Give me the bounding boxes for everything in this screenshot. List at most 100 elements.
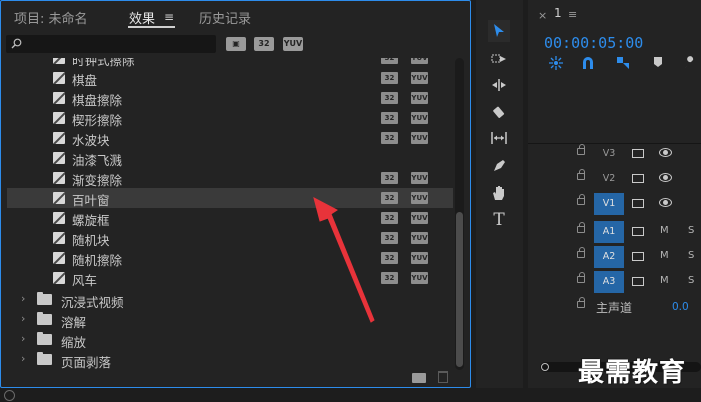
status-bar xyxy=(0,388,701,402)
pen-tool-icon[interactable] xyxy=(488,155,510,177)
master-track-label: 主声道 xyxy=(596,301,633,315)
effect-folder[interactable]: › 溶解 xyxy=(7,310,453,330)
sync-lock-icon[interactable] xyxy=(632,199,644,208)
lock-icon[interactable] xyxy=(577,194,585,205)
sync-lock-icon[interactable] xyxy=(632,149,644,158)
effect-item[interactable]: 时钟式擦除 32 YUV xyxy=(7,58,453,68)
effect-item[interactable]: 棋盘 32 YUV xyxy=(7,68,453,88)
effect-folder[interactable]: › 沉浸式视频 xyxy=(7,290,453,310)
type-tool-icon[interactable]: T xyxy=(488,209,510,231)
effect-item[interactable]: 随机块 32 YUV xyxy=(7,228,453,248)
tab-history[interactable]: 历史记录 xyxy=(199,8,251,27)
32bit-filter-button[interactable]: 32 xyxy=(254,37,274,51)
tab-effects[interactable]: 效果 xyxy=(129,8,155,27)
lock-icon[interactable] xyxy=(577,169,585,180)
solo-button[interactable]: S xyxy=(688,275,694,286)
track-target-toggle[interactable]: A1 xyxy=(594,221,624,243)
zoom-scroll-handle[interactable] xyxy=(541,363,549,371)
effect-label: 渐变擦除 xyxy=(72,173,123,188)
mute-button[interactable]: M xyxy=(660,250,669,261)
track-target-toggle[interactable]: V2 xyxy=(594,168,624,190)
add-marker-icon[interactable] xyxy=(650,56,666,72)
hand-tool-icon[interactable] xyxy=(488,182,510,204)
effect-item[interactable]: 百叶窗 32 YUV xyxy=(7,188,453,208)
mute-button[interactable]: M xyxy=(660,225,669,236)
tab-project[interactable]: 项目: 未命名 xyxy=(14,8,88,27)
scrollbar-thumb[interactable] xyxy=(456,212,463,367)
effect-item[interactable]: 随机擦除 32 YUV xyxy=(7,248,453,268)
chevron-right-icon[interactable]: › xyxy=(21,292,25,305)
yuv-badge-icon: YUV xyxy=(411,58,428,64)
effect-item[interactable]: 水波块 32 YUV xyxy=(7,128,453,148)
32bit-badge-icon: 32 xyxy=(381,272,398,284)
folder-label: 页面剥落 xyxy=(61,355,112,370)
search-input[interactable] xyxy=(25,36,211,52)
yuv-badge-icon: YUV xyxy=(411,272,428,284)
effect-label: 随机擦除 xyxy=(72,253,123,268)
snap-icon[interactable] xyxy=(580,56,596,72)
ripple-edit-tool-icon[interactable] xyxy=(488,74,510,96)
solo-button[interactable]: S xyxy=(688,225,694,236)
panel-menu-icon[interactable]: ≡ xyxy=(164,10,174,24)
accelerated-effects-filter-icon[interactable]: ▣ xyxy=(226,37,246,51)
eye-icon[interactable] xyxy=(659,148,672,157)
effect-folder[interactable]: › 页面剥落 xyxy=(7,350,453,370)
sync-lock-icon[interactable] xyxy=(632,227,644,236)
sync-lock-icon[interactable] xyxy=(632,174,644,183)
track-target-toggle[interactable]: V3 xyxy=(594,143,624,165)
track-header-v3: V3 xyxy=(528,142,701,167)
effect-item[interactable]: 油漆飞溅 xyxy=(7,148,453,168)
effect-label: 随机块 xyxy=(72,233,110,248)
32bit-badge-icon: 32 xyxy=(381,212,398,224)
effect-folder[interactable]: › 缩放 xyxy=(7,330,453,350)
linked-selection-icon[interactable] xyxy=(615,56,631,72)
mute-button[interactable]: M xyxy=(660,275,669,286)
solo-button[interactable]: S xyxy=(688,250,694,261)
lock-icon[interactable] xyxy=(577,297,585,308)
chevron-right-icon[interactable]: › xyxy=(21,332,25,345)
search-box[interactable] xyxy=(6,35,216,53)
effect-item[interactable]: 风车 32 YUV xyxy=(7,268,453,288)
eye-icon[interactable] xyxy=(659,173,672,182)
track-select-tool-icon[interactable] xyxy=(488,48,510,70)
transition-effect-icon xyxy=(53,172,65,184)
watermark-text: 最需教育 xyxy=(578,358,687,388)
timeline-settings-wrench-icon[interactable] xyxy=(682,56,698,72)
slip-tool-icon[interactable] xyxy=(488,127,510,149)
transition-effect-icon xyxy=(53,132,65,144)
effect-item[interactable]: 螺旋框 32 YUV xyxy=(7,208,453,228)
new-bin-icon[interactable] xyxy=(412,373,426,383)
lock-icon[interactable] xyxy=(577,222,585,233)
selection-tool-icon[interactable] xyxy=(488,20,510,42)
transition-effect-icon xyxy=(53,212,65,224)
trash-icon[interactable] xyxy=(438,371,448,383)
lock-icon[interactable] xyxy=(577,272,585,283)
chevron-right-icon[interactable]: › xyxy=(21,312,25,325)
master-volume-value[interactable]: 0.0 xyxy=(672,301,689,313)
track-target-toggle[interactable]: A2 xyxy=(594,246,624,268)
sequence-menu-icon[interactable]: ≡ xyxy=(568,8,577,21)
transition-effect-icon xyxy=(53,112,65,124)
effect-item[interactable]: 楔形擦除 32 YUV xyxy=(7,108,453,128)
effect-item[interactable]: 渐变擦除 32 YUV xyxy=(7,168,453,188)
sync-lock-icon[interactable] xyxy=(632,277,644,286)
effect-item[interactable]: 棋盘擦除 32 YUV xyxy=(7,88,453,108)
timeline-panel: × 1 ≡ 00:00:05:00 V3 V2 V1 A1 M S A2 M S A3 M S 主声道… xyxy=(528,0,701,388)
nest-toggle-icon[interactable] xyxy=(548,56,564,72)
close-sequence-icon[interactable]: × xyxy=(538,9,547,22)
yuv-badge-icon: YUV xyxy=(411,192,428,204)
yuv-filter-button[interactable]: YUV xyxy=(283,37,303,51)
track-target-toggle[interactable]: V1 xyxy=(594,193,624,215)
sync-lock-icon[interactable] xyxy=(632,252,644,261)
effect-label: 水波块 xyxy=(72,133,110,148)
chevron-right-icon[interactable]: › xyxy=(21,352,25,365)
track-target-toggle[interactable]: A3 xyxy=(594,271,624,293)
razor-tool-icon[interactable] xyxy=(488,101,510,123)
lock-icon[interactable] xyxy=(577,144,585,155)
eye-icon[interactable] xyxy=(659,198,672,207)
lock-icon[interactable] xyxy=(577,247,585,258)
transition-effect-icon xyxy=(53,232,65,244)
sequence-tab[interactable]: 1 xyxy=(554,6,562,20)
playhead-timecode[interactable]: 00:00:05:00 xyxy=(544,34,643,52)
32bit-badge-icon: 32 xyxy=(381,192,398,204)
